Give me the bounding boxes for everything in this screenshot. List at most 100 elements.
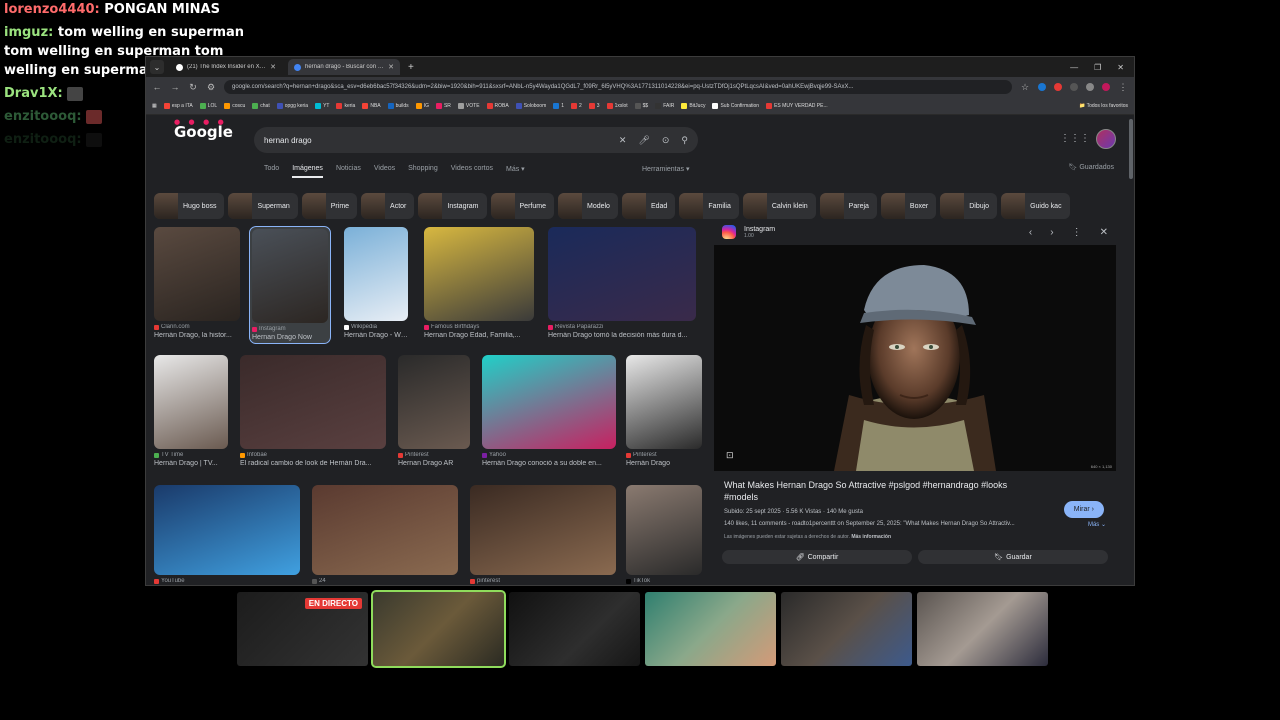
bookmark-item[interactable]: YT — [315, 102, 329, 109]
related-search-chip[interactable]: Superman — [228, 193, 298, 219]
result-thumbnail[interactable] — [154, 227, 240, 321]
tab-todo[interactable]: Todo — [264, 165, 279, 178]
result-thumbnail[interactable] — [398, 355, 470, 449]
close-icon[interactable]: ✕ — [270, 63, 276, 71]
bookmark-item[interactable]: 2 — [571, 102, 582, 109]
reload-icon[interactable]: ↻ — [188, 82, 198, 93]
bookmark-item[interactable]: IG — [415, 102, 429, 109]
result-title[interactable]: El radical cambio de look de Hernán Dra.… — [240, 460, 386, 467]
more-button[interactable]: Más ⌄ — [1088, 521, 1106, 528]
tab-shopping[interactable]: Shopping — [408, 165, 438, 178]
image-result[interactable]: Instagram Hernan Drago Now — [249, 226, 331, 344]
url-field[interactable]: google.com/search?q=hernan+drago&sca_esv… — [224, 80, 1012, 94]
avatar[interactable] — [1096, 129, 1116, 149]
google-apps-icon[interactable]: ⋮⋮⋮ — [1060, 133, 1090, 144]
related-search-chip[interactable]: Actor — [361, 193, 415, 219]
site-info-icon[interactable]: ⚙ — [206, 82, 216, 93]
bookmark-item[interactable]: $$ — [634, 102, 648, 109]
forward-icon[interactable]: → — [170, 82, 180, 92]
result-thumbnail[interactable] — [344, 227, 408, 321]
maximize-icon[interactable]: ❐ — [1094, 63, 1101, 72]
tab-imagenes[interactable]: Imágenes — [292, 165, 323, 178]
result-title[interactable]: Hernán Drago - Wi... — [344, 332, 408, 339]
image-result[interactable]: TV Time Hernán Drago | TV... — [154, 355, 228, 467]
lens-icon[interactable]: ⊙ — [662, 135, 670, 146]
extension-icon[interactable] — [1038, 83, 1046, 91]
result-thumbnail[interactable] — [312, 485, 458, 575]
bookmark-item[interactable]: 1 — [553, 102, 564, 109]
close-window-icon[interactable]: ✕ — [1117, 63, 1124, 72]
extensions-puzzle-icon[interactable] — [1086, 83, 1094, 91]
bookmark-star-icon[interactable]: ☆ — [1020, 82, 1030, 93]
tab-videos-cortos[interactable]: Videos cortos — [451, 165, 493, 178]
bookmark-item[interactable]: builds — [387, 102, 409, 109]
result-title[interactable]: Hernán Drago | TV... — [154, 460, 228, 467]
bookmark-item[interactable]: NBA — [362, 102, 381, 109]
bookmark-item[interactable]: SR — [435, 102, 451, 109]
related-search-chip[interactable]: Perfume — [490, 193, 554, 219]
result-thumbnail[interactable] — [424, 227, 534, 321]
bookmark-item[interactable]: FAIR — [655, 102, 674, 109]
image-result[interactable]: Pinterest Hernan Drago AR — [398, 355, 470, 467]
bookmark-item[interactable]: ROBA — [486, 102, 509, 109]
close-icon[interactable]: ✕ — [1100, 227, 1108, 238]
browser-tab-active[interactable]: hernan drago - Buscar con Goo... ✕ — [288, 59, 400, 75]
bookmark-item[interactable]: BitJucy — [681, 102, 705, 109]
tab-search-button[interactable]: ⌄ — [150, 60, 164, 74]
image-result[interactable]: Yahoo Hernán Drago conoció a su doble en.… — [482, 355, 616, 467]
result-title[interactable]: Hernán Drago — [626, 460, 702, 467]
preview-source[interactable]: Instagram — [744, 226, 775, 233]
tools-button[interactable]: Herramientas ▾ — [642, 165, 689, 173]
more-info-link[interactable]: Más información — [851, 534, 891, 540]
camera-tile[interactable] — [781, 592, 912, 666]
related-search-chip[interactable]: Boxer — [880, 193, 937, 219]
image-result[interactable]: pinterest — [470, 485, 616, 585]
result-title[interactable]: Hernán Drago, la histor... — [154, 332, 240, 339]
all-bookmarks[interactable]: 📁 Todos los favoritos — [1079, 103, 1128, 109]
tab-noticias[interactable]: Noticias — [336, 165, 361, 178]
page-scrollbar[interactable] — [1128, 115, 1134, 585]
extension-icon[interactable] — [1054, 83, 1062, 91]
related-search-chip[interactable]: Edad — [621, 193, 676, 219]
bookmark-item[interactable]: 1xslot — [606, 102, 628, 109]
next-icon[interactable]: › — [1050, 227, 1053, 238]
preview-image[interactable]: ⊡ 640 × 1,130 — [714, 245, 1116, 471]
bookmark-item[interactable]: VOTE — [457, 102, 480, 109]
search-box[interactable]: hernan drago ✕ 🎤︎ ⊙ ⚲ — [254, 127, 698, 153]
image-result[interactable]: Clarin.com Hernán Drago, la histor... — [154, 227, 240, 339]
new-tab-button[interactable]: + — [408, 62, 414, 73]
related-search-chip[interactable]: Familia — [679, 193, 739, 219]
bookmark-item[interactable]: ES MUY VERDAD PE... — [766, 102, 828, 109]
result-title[interactable]: Hernán Drago conoció a su doble en... — [482, 460, 616, 467]
save-button[interactable]: 🔖︎ Guardar — [918, 550, 1108, 564]
result-thumbnail[interactable] — [548, 227, 696, 321]
image-result[interactable]: 24 — [312, 485, 458, 585]
minimize-icon[interactable]: — — [1070, 63, 1078, 72]
result-thumbnail[interactable] — [252, 229, 328, 323]
related-search-chip[interactable]: Instagram — [418, 193, 487, 219]
related-search-chip[interactable]: Prime — [301, 193, 358, 219]
search-icon[interactable]: ⚲ — [681, 135, 688, 146]
share-button[interactable]: 🔗︎ Compartir — [722, 550, 912, 564]
bookmark-item[interactable]: opgg keria — [276, 102, 308, 109]
related-search-chip[interactable]: Calvin klein — [742, 193, 816, 219]
tab-videos[interactable]: Videos — [374, 165, 395, 178]
image-result[interactable]: Pinterest Hernán Drago — [626, 355, 702, 467]
clear-icon[interactable]: ✕ — [619, 135, 627, 146]
scrollbar-thumb[interactable] — [1129, 119, 1133, 179]
microphone-icon[interactable]: 🎤︎ — [638, 135, 649, 146]
bookmark-item[interactable]: coscu — [224, 102, 245, 109]
result-thumbnail[interactable] — [240, 355, 386, 449]
menu-kebab-icon[interactable]: ⋮ — [1118, 82, 1128, 93]
bookmark-item[interactable]: chat — [252, 102, 270, 109]
related-search-chip[interactable]: Pareja — [819, 193, 877, 219]
related-search-chip[interactable]: Modelo — [557, 193, 618, 219]
close-icon[interactable]: ✕ — [388, 63, 394, 71]
preview-title[interactable]: What Makes Hernan Drago So Attractive #p… — [714, 471, 1044, 503]
visit-button[interactable]: Mirar › — [1063, 501, 1104, 518]
result-thumbnail[interactable] — [154, 485, 300, 575]
result-thumbnail[interactable] — [482, 355, 616, 449]
profile-icon[interactable] — [1102, 83, 1110, 91]
result-title[interactable]: Hernan Drago Now — [252, 334, 328, 341]
camera-tile[interactable] — [645, 592, 776, 666]
